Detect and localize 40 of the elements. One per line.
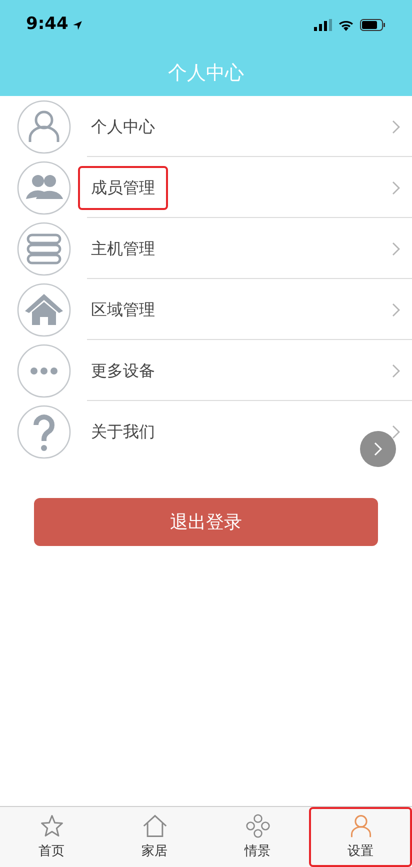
menu-label: 区域管理 bbox=[91, 300, 155, 318]
menu-label: 个人中心 bbox=[91, 116, 155, 136]
chevron-right-icon bbox=[392, 242, 400, 256]
tab[interactable]: 家居 bbox=[103, 807, 206, 867]
menu-item[interactable]: 关于我们 bbox=[0, 401, 412, 462]
chevron-right-icon bbox=[392, 302, 400, 316]
menu-label: 更多设备 bbox=[91, 360, 155, 380]
menu-label: 关于我们 bbox=[91, 422, 155, 440]
tab[interactable]: 情景 bbox=[206, 807, 309, 867]
house-icon bbox=[142, 812, 168, 839]
location-arrow-icon bbox=[72, 20, 84, 30]
more-icon bbox=[17, 344, 71, 398]
signal-icon bbox=[314, 19, 332, 31]
logout-button[interactable]: 退出登录 bbox=[34, 498, 378, 546]
menu-item[interactable]: 主机管理 bbox=[0, 218, 412, 279]
menu-label: 主机管理 bbox=[91, 238, 155, 258]
menu-item[interactable]: 个人中心 bbox=[0, 96, 412, 157]
menu-item[interactable]: 更多设备 bbox=[0, 340, 412, 401]
person-icon bbox=[17, 100, 71, 154]
tab[interactable]: 设置 bbox=[309, 807, 412, 867]
floating-button[interactable] bbox=[360, 431, 396, 467]
page-title: 个人中心 bbox=[168, 60, 244, 86]
tab[interactable]: 首页 bbox=[0, 807, 103, 867]
chevron-right-icon bbox=[392, 364, 400, 378]
wifi-icon bbox=[338, 19, 354, 31]
battery-icon bbox=[360, 19, 386, 31]
question-icon bbox=[17, 404, 71, 458]
chevron-right-icon bbox=[392, 424, 400, 438]
menu-item[interactable]: 成员管理 bbox=[0, 157, 412, 218]
menu-label: 成员管理 bbox=[91, 178, 155, 196]
chevron-right-icon bbox=[392, 120, 400, 134]
menu-item[interactable]: 区域管理 bbox=[0, 279, 412, 340]
star-icon bbox=[38, 812, 64, 839]
people-icon bbox=[17, 160, 71, 214]
chevron-right-icon bbox=[373, 441, 383, 457]
server-icon bbox=[17, 222, 71, 276]
chevron-right-icon bbox=[392, 180, 400, 194]
house-icon bbox=[17, 282, 71, 336]
four-circles-icon bbox=[244, 812, 270, 839]
status-time: 9:44 bbox=[26, 13, 68, 36]
